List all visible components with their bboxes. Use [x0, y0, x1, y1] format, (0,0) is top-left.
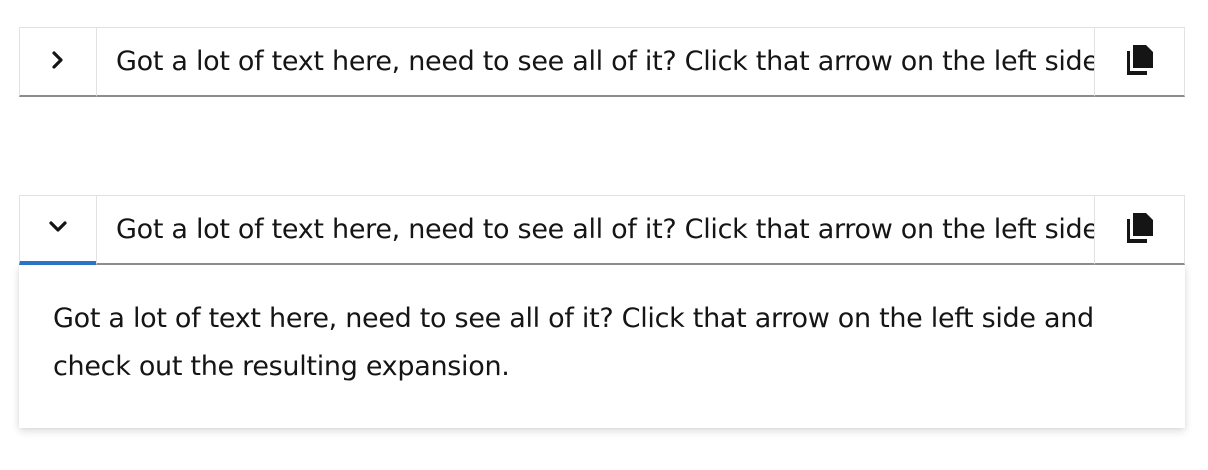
clipboard-copy-collapsed: Got a lot of text here, need to see all …	[19, 27, 1185, 97]
copy-icon	[1125, 212, 1155, 248]
clipboard-copy-row: Got a lot of text here, need to see all …	[19, 195, 1185, 265]
angle-right-icon	[51, 50, 65, 74]
expanded-content-text: Got a lot of text here, need to see all …	[53, 303, 1094, 382]
copy-text-field[interactable]: Got a lot of text here, need to see all …	[96, 27, 1094, 97]
collapse-toggle-button[interactable]	[19, 195, 96, 265]
copy-to-clipboard-button[interactable]	[1094, 27, 1185, 97]
copy-text-field[interactable]: Got a lot of text here, need to see all …	[96, 195, 1094, 265]
clipboard-copy-expanded: Got a lot of text here, need to see all …	[19, 195, 1185, 428]
expand-toggle-button[interactable]	[19, 27, 96, 97]
angle-down-icon	[48, 219, 68, 238]
copy-text-value: Got a lot of text here, need to see all …	[116, 216, 1094, 243]
copy-text-value: Got a lot of text here, need to see all …	[116, 48, 1094, 75]
expanded-content-panel: Got a lot of text here, need to see all …	[19, 265, 1185, 428]
copy-icon	[1125, 44, 1155, 80]
clipboard-copy-row: Got a lot of text here, need to see all …	[19, 27, 1185, 97]
copy-to-clipboard-button[interactable]	[1094, 195, 1185, 265]
